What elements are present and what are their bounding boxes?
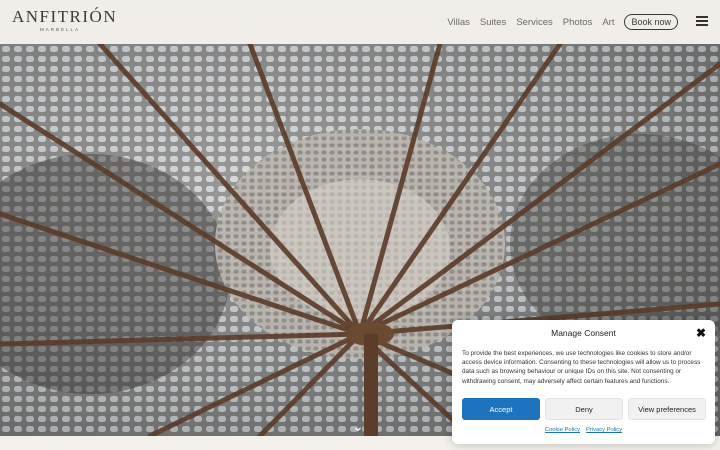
site-header: ANFITRIÓN MARBELLA Villas Suites Service…	[0, 0, 720, 44]
nav-services[interactable]: Services	[516, 17, 552, 28]
logo-wordmark: ANFITRIÓN	[12, 7, 118, 26]
hamburger-icon[interactable]	[696, 16, 708, 26]
cookie-policy-link[interactable]: Cookie Policy	[545, 427, 580, 433]
nav-suites[interactable]: Suites	[480, 17, 506, 28]
consent-dialog: Manage Consent ✖ To provide the best exp…	[452, 320, 715, 444]
deny-button[interactable]: Deny	[545, 398, 623, 420]
book-now-button[interactable]: Book now	[624, 14, 678, 30]
privacy-policy-link[interactable]: Privacy Policy	[586, 427, 622, 433]
nav-art[interactable]: Art	[602, 17, 614, 28]
close-icon[interactable]: ✖	[696, 326, 706, 340]
consent-title: Manage Consent	[551, 328, 616, 338]
accept-button[interactable]: Accept	[462, 398, 540, 420]
chevron-down-icon[interactable]: ⌄	[352, 418, 364, 435]
nav-photos[interactable]: Photos	[563, 17, 593, 28]
consent-links: Cookie Policy Privacy Policy	[452, 427, 715, 433]
nav-villas[interactable]: Villas	[447, 17, 470, 28]
logo-subtitle: MARBELLA	[39, 27, 80, 32]
logo[interactable]: ANFITRIÓN MARBELLA	[12, 7, 118, 33]
consent-buttons: Accept Deny View preferences	[462, 398, 706, 420]
view-preferences-button[interactable]: View preferences	[628, 398, 706, 420]
main-nav: Villas Suites Services Photos Art Book n…	[447, 14, 678, 30]
consent-text: To provide the best experiences, we use …	[462, 350, 701, 385]
